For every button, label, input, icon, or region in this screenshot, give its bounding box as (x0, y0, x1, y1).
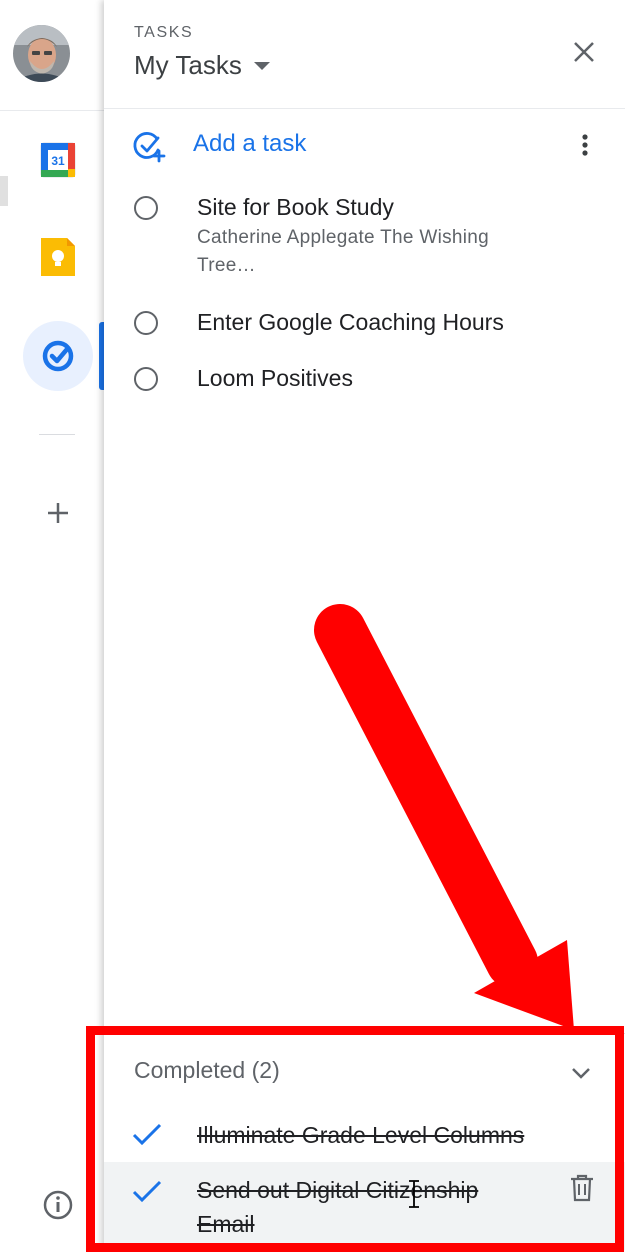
task-checkbox[interactable] (134, 367, 158, 391)
calendar-date: 31 (51, 154, 65, 168)
more-options-button[interactable] (570, 127, 600, 163)
info-button[interactable] (23, 1170, 93, 1240)
task-item[interactable]: Loom Positives (104, 362, 625, 402)
tasks-app-button[interactable] (23, 321, 93, 391)
task-item[interactable]: Site for Book Study Catherine Applegate … (104, 190, 625, 290)
panel-section-label: TASKS (134, 24, 194, 41)
task-title: Site for Book Study (197, 194, 394, 220)
dropdown-caret-icon (253, 61, 270, 70)
highlight-box-annotation (86, 1026, 624, 1252)
task-title: Loom Positives (197, 365, 353, 391)
more-vert-icon (582, 134, 588, 156)
add-task-icon (133, 132, 166, 163)
add-task-label: Add a task (193, 130, 307, 157)
task-checkbox[interactable] (134, 311, 158, 335)
get-add-ons-button[interactable] (23, 478, 93, 548)
keep-app-button[interactable] (23, 222, 93, 292)
header-divider (104, 108, 625, 109)
avatar[interactable] (13, 25, 70, 82)
list-name: My Tasks (134, 50, 242, 80)
list-selector[interactable]: My Tasks (134, 50, 270, 81)
info-icon (43, 1190, 73, 1220)
tasks-icon (42, 340, 74, 372)
add-icon (48, 503, 68, 523)
task-title: Enter Google Coaching Hours (197, 309, 504, 335)
close-panel-button[interactable] (566, 34, 602, 70)
task-checkbox[interactable] (134, 196, 158, 220)
task-item[interactable]: Enter Google Coaching Hours (104, 306, 625, 346)
background-page-edge (0, 176, 8, 206)
rail-divider-top (0, 110, 104, 111)
calendar-icon: 31 (40, 142, 76, 178)
keep-icon (41, 238, 75, 276)
close-icon (574, 42, 594, 62)
rail-divider (39, 434, 75, 435)
add-task-row[interactable]: Add a task (104, 115, 625, 175)
task-description: Catherine Applegate The Wishing Tree… (197, 227, 490, 276)
calendar-app-button[interactable]: 31 (23, 125, 93, 195)
